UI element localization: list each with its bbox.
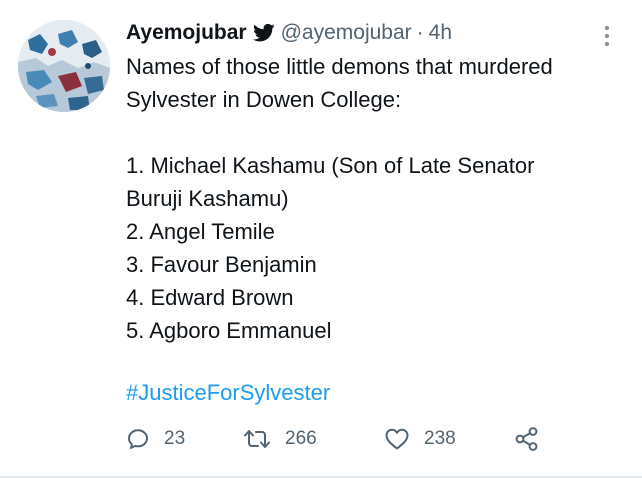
- display-name[interactable]: Ayemojubar: [126, 21, 247, 45]
- reply-button[interactable]: 23: [126, 422, 185, 456]
- avatar[interactable]: [18, 20, 110, 112]
- tweet-text-line: Names of those little demons that murder…: [126, 54, 553, 79]
- reply-count: 23: [164, 428, 186, 449]
- heart-icon: [385, 428, 409, 450]
- share-icon: [515, 427, 538, 451]
- more-icon[interactable]: [600, 24, 614, 48]
- list-item: 4. Edward Brown: [126, 285, 294, 310]
- list-item: 5. Agboro Emmanuel: [126, 318, 332, 343]
- share-button[interactable]: [514, 422, 554, 456]
- tweet-text: Names of those little demons that murder…: [126, 50, 626, 347]
- retweet-icon: [244, 430, 270, 448]
- like-count: 238: [424, 428, 456, 449]
- retweet-button[interactable]: 266: [243, 422, 317, 456]
- hashtag-link[interactable]: #JusticeForSylvester: [126, 376, 330, 409]
- like-button[interactable]: 238: [384, 422, 456, 456]
- tweet-text-line: Sylvester in Dowen College:: [126, 87, 402, 112]
- separator-dot: ·: [416, 21, 424, 44]
- action-bar: 23 266 238: [126, 422, 596, 456]
- list-item: Buruji Kashamu): [126, 186, 289, 211]
- timestamp[interactable]: 4h: [429, 21, 452, 45]
- bird-icon: [252, 23, 275, 43]
- handle[interactable]: @ayemojubar: [281, 21, 412, 45]
- reply-icon: [128, 429, 148, 449]
- list-item: 3. Favour Benjamin: [126, 252, 317, 277]
- retweet-count: 266: [285, 428, 317, 449]
- tweet-header: Ayemojubar @ayemojubar · 4h: [126, 18, 452, 48]
- list-item: 1. Michael Kashamu (Son of Late Senator: [126, 153, 535, 178]
- list-item: 2. Angel Temile: [126, 219, 275, 244]
- tweet-card[interactable]: Ayemojubar @ayemojubar · 4h Names of tho…: [0, 0, 642, 478]
